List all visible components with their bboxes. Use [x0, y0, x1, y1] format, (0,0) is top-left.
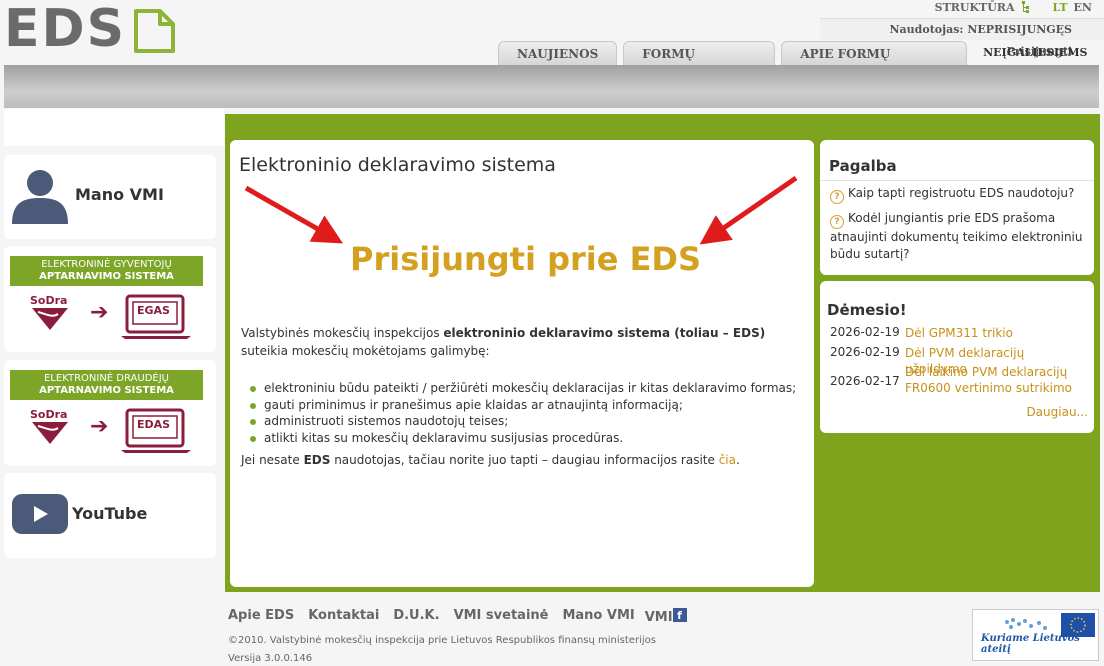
egas-banner: ELEKTRONINĖ GYVENTOJŲ APTARNAVIMO SISTEM…: [10, 256, 203, 342]
help-question-1[interactable]: ? Kaip tapti registruotu EDS naudotoju?: [830, 185, 1088, 204]
laptop-icon: [121, 408, 191, 453]
list-item: administruoti sistemos naudotojų teises;: [250, 413, 796, 430]
news-link[interactable]: Dėl GPM311 trikio: [905, 325, 1075, 341]
question-icon: ?: [830, 190, 844, 204]
laptop-icon: [121, 294, 191, 339]
login-big-link[interactable]: Prisijungti prie EDS: [350, 240, 701, 278]
youtube-label: YouTube: [72, 504, 148, 523]
user-prefix: Naudotojas:: [889, 23, 964, 36]
lang-lt[interactable]: LT: [1053, 1, 1068, 14]
facebook-icon: f: [672, 608, 687, 622]
bullet-icon: [250, 419, 256, 425]
red-arrow-right: [699, 175, 798, 245]
list-item: atlikti kitas su mokesčių deklaravimu su…: [250, 430, 796, 447]
eu-funds-logo[interactable]: Kuriame Lietuvos ateitį: [972, 609, 1099, 661]
help-panel: Pagalba ? Kaip tapti registruotu EDS naud…: [820, 140, 1094, 275]
bullet-icon: [250, 435, 256, 442]
footer-link-vmi-site[interactable]: VMI svetainė: [454, 608, 549, 625]
user-avatar-icon: [12, 170, 68, 224]
intro-b: elektroninio deklaravimo sistema (toliau…: [443, 326, 766, 340]
sodra-logo-icon: SoDra: [30, 294, 68, 330]
main-panel: Elektroninio deklaravimo sistema Prisiju…: [230, 140, 814, 587]
mano-vmi-card[interactable]: Mano VMI: [4, 155, 216, 239]
sodra-logo-icon: SoDra: [30, 408, 68, 444]
user-status: NEPRISIJUNGĘS: [967, 23, 1072, 36]
intro-text: Valstybinės mokesčių inspekcijos elektro…: [241, 324, 806, 360]
edas-line1: ELEKTRONINĖ DRAUDĖJŲ: [43, 373, 169, 384]
egas-line1: ELEKTRONINĖ GYVENTOJŲ: [41, 259, 172, 270]
egas-system-label: EGAS: [137, 304, 170, 317]
main-tabs: NAUJIENOS FORMŲ SĄRAŠAS APIE FORMŲ TEIKI…: [498, 41, 1104, 85]
play-icon: [12, 494, 68, 534]
bullet-icon: [250, 386, 256, 392]
edas-banner: ELEKTRONINĖ DRAUDĖJŲ APTARNAVIMO SISTEMA…: [10, 370, 203, 456]
footer-link-about[interactable]: Apie EDS: [228, 608, 294, 625]
edas-banner-header: ELEKTRONINĖ DRAUDĖJŲ APTARNAVIMO SISTEMA: [10, 370, 203, 400]
more-news-link[interactable]: Daugiau...: [1026, 405, 1088, 419]
question-icon: ?: [830, 215, 844, 229]
sodra-text: SoDra: [30, 294, 67, 307]
bullet-icon: [250, 402, 256, 409]
features-list: elektroniniu būdu pateikti / peržiūrėti …: [250, 380, 796, 446]
left-top-blank: [4, 109, 224, 146]
footer-links: Apie EDS Kontaktai D.U.K. VMI svetainė M…: [228, 608, 687, 625]
edas-banner-card[interactable]: ELEKTRONINĖ DRAUDĖJŲ APTARNAVIMO SISTEMA…: [4, 360, 216, 466]
footer-link-contacts[interactable]: Kontaktai: [308, 608, 379, 625]
sodra-text: SoDra: [30, 408, 67, 421]
red-arrow-left: [244, 185, 344, 244]
edas-system-label: EDAS: [137, 418, 171, 431]
list-item: gauti priminimus ir pranešimus apie klai…: [250, 397, 796, 414]
egas-banner-card[interactable]: ELEKTRONINĖ GYVENTOJŲ APTARNAVIMO SISTEM…: [4, 246, 216, 352]
top-links: STRUKTŪRA LT EN: [935, 0, 1092, 14]
version: Versija 3.0.0.146: [228, 653, 313, 664]
list-item: elektroniniu būdu pateikti / peržiūrėti …: [250, 380, 796, 397]
tab-disabled-people[interactable]: NEĮGALIESIEMS ➔: [973, 41, 1104, 83]
copyright: ©2010. Valstybinė mokesčių inspekcija pr…: [228, 635, 656, 646]
eds-logo[interactable]: EDS: [4, 0, 175, 58]
arrow-right-icon: ➔: [90, 414, 109, 439]
intro-a: Valstybinės mokesčių inspekcijos: [241, 326, 444, 340]
attention-panel: Dėmesio! 2026-02-19 Dėl GPM311 trikio 20…: [820, 281, 1094, 433]
lang-en[interactable]: EN: [1074, 1, 1092, 14]
attention-title: Dėmesio!: [827, 301, 907, 319]
tab-forms-list[interactable]: FORMŲ SĄRAŠAS: [623, 41, 776, 85]
help-question-2[interactable]: ? Kodėl jungiantis prie EDS prašoma atnau…: [830, 210, 1088, 262]
egas-banner-header: ELEKTRONINĖ GYVENTOJŲ APTARNAVIMO SISTEM…: [10, 256, 203, 286]
egas-line2: APTARNAVIMO SISTEMA: [39, 271, 174, 282]
user-status-line: Naudotojas: NEPRISIJUNGĘS Prisijungti: [820, 18, 1104, 58]
edas-line2: APTARNAVIMO SISTEMA: [39, 385, 174, 396]
arrow-right-icon: ➔: [90, 300, 109, 325]
news-link[interactable]: Dėl laikino PVM deklaracijų FR0600 verti…: [905, 364, 1075, 396]
registration-info-link[interactable]: čia: [719, 453, 736, 467]
structure-link[interactable]: STRUKTŪRA: [935, 1, 1015, 14]
mano-vmi-label: Mano VMI: [75, 185, 164, 204]
youtube-card[interactable]: YouTube: [4, 473, 216, 558]
disabled-link-label: NEĮGALIESIEMS: [983, 46, 1088, 59]
intro-c: suteikia mokesčių mokėtojams galimybę:: [241, 344, 490, 358]
tab-about-forms[interactable]: APIE FORMŲ TEIKIMĄ: [781, 41, 968, 85]
help-title: Pagalba: [829, 157, 897, 175]
footer-link-faq[interactable]: D.U.K.: [393, 608, 439, 625]
tab-news[interactable]: NAUJIENOS: [498, 41, 618, 65]
footer-link-vmi-facebook[interactable]: VMI f: [645, 608, 687, 625]
document-icon: [134, 9, 175, 53]
footer-link-mano-vmi[interactable]: Mano VMI: [562, 608, 634, 625]
eu-slogan: Kuriame Lietuvos ateitį: [981, 633, 1080, 655]
registration-hint: Jei nesate EDS naudotojas, tačiau norite…: [241, 453, 740, 467]
header-bar: [4, 65, 1099, 108]
logo-text: EDS: [4, 0, 127, 59]
sitemap-icon: [1021, 1, 1029, 13]
